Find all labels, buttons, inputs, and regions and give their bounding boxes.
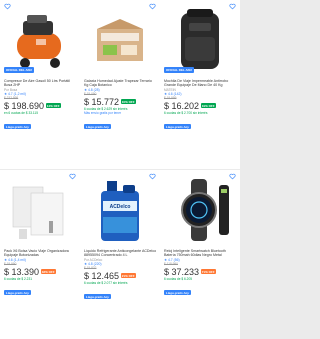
installments-text: 6 cuotas de $ 2.700 sin interés [164,110,208,115]
product-old-price: $ 232.999 [4,96,19,100]
product-image[interactable] [83,3,157,77]
product-title[interactable]: Galaxia Humedad Ajuste Trapezar Terrario… [84,79,157,88]
shipping-badge: Llega gratis hoy [4,290,32,296]
coolant-bottle-image: ACDelco [101,181,139,241]
product-grid: OFICIAL DEL ANU Compresor De Aire Gasoil… [0,0,240,339]
compressor-image [17,15,61,68]
product-price: $ 13.390 [4,266,40,277]
installments-text: 6 cuotas de $ 2.077 sin interés [84,280,128,285]
favorite-heart-icon[interactable] [228,2,237,11]
backpack-image [181,9,219,69]
discount-badge: 10% OFF [120,99,136,104]
shipping-badge: Llega gratis hoy [164,290,192,296]
favorite-heart-icon[interactable] [228,172,237,181]
product-title[interactable]: Reloj Inteligente Smartwatch Bluetooth B… [164,249,237,258]
official-store-badge: OFICIAL DEL ANU [4,67,34,73]
product-title[interactable]: Pack X6 Bolsa Vacio Viaje Organizadora E… [4,249,77,258]
product-old-price: $ 19.999 [164,96,177,100]
product-image[interactable] [163,173,237,247]
official-store-badge: OFICIAL DEL ANU [164,67,194,73]
vacuum-bags-image [12,186,64,239]
terrarium-image [97,19,143,61]
discount-badge: 19% OFF [200,103,216,108]
discount-badge: 71% OFF [200,269,216,274]
shipping-badge: Llega gratis hoy [84,294,112,300]
product-old-price: $ 118.990 [164,262,178,266]
product-old-price: $ 15.832 [84,266,97,270]
installments-text: 6 cuotas de $ 6.205 [164,276,193,281]
favorite-heart-icon[interactable] [148,2,157,11]
product-price: $ 16.202 [164,100,200,111]
product-price: $ 15.772 [84,96,120,107]
installments-text: 6 cuotas de $ 2.231 [4,276,33,281]
product-card[interactable]: Pack X6 Bolsa Vacio Viaje Organizadora E… [0,170,80,339]
shipping-info: Más envío gratis por tener [84,110,122,115]
product-title[interactable]: Compresor De Aire Gasoil 50 Ltrs Portáti… [4,79,77,88]
product-card[interactable]: ACDelco Líquido Refrigerante Anticongela… [80,170,160,339]
product-price: $ 198.690 [4,100,45,111]
shipping-badge: Llega gratis hoy [84,124,112,130]
smartwatch-image [181,179,229,241]
product-price: $ 37.233 [164,266,200,277]
product-title[interactable]: Líquido Refrigerante Anticongelante ACDe… [84,249,157,258]
installments-text: en 6 cuotas de $ 33.115 [4,110,38,115]
product-price: $ 12.465 [84,270,120,281]
product-card[interactable]: OFICIAL DEL ANU Mochila De Viaje Imperme… [160,0,240,169]
product-title[interactable]: Mochila De Viaje Impermeable Antirrobo G… [164,79,237,88]
svg-text:ACDelco: ACDelco [110,204,131,210]
product-image[interactable] [163,3,237,77]
favorite-heart-icon[interactable] [3,2,12,11]
product-image[interactable]: ACDelco [83,173,157,247]
product-image[interactable] [3,3,77,77]
shipping-badge: Llega gratis hoy [4,124,32,130]
product-image[interactable] [3,173,77,247]
discount-badge: 33% OFF [40,269,56,274]
favorite-heart-icon[interactable] [148,172,157,181]
product-old-price: $ 15.090 [84,92,97,96]
product-card[interactable]: OFICIAL DEL ANU Compresor De Aire Gasoil… [0,0,80,169]
discount-badge: 21% OFF [120,273,136,278]
product-old-price: $ 19.990 [4,262,17,266]
shipping-badge: Llega gratis hoy [164,124,192,130]
product-card[interactable]: Galaxia Humedad Ajuste Trapezar Terrario… [80,0,160,169]
product-card[interactable]: Reloj Inteligente Smartwatch Bluetooth B… [160,170,240,339]
favorite-heart-icon[interactable] [68,172,77,181]
discount-badge: 14% OFF [45,103,61,108]
